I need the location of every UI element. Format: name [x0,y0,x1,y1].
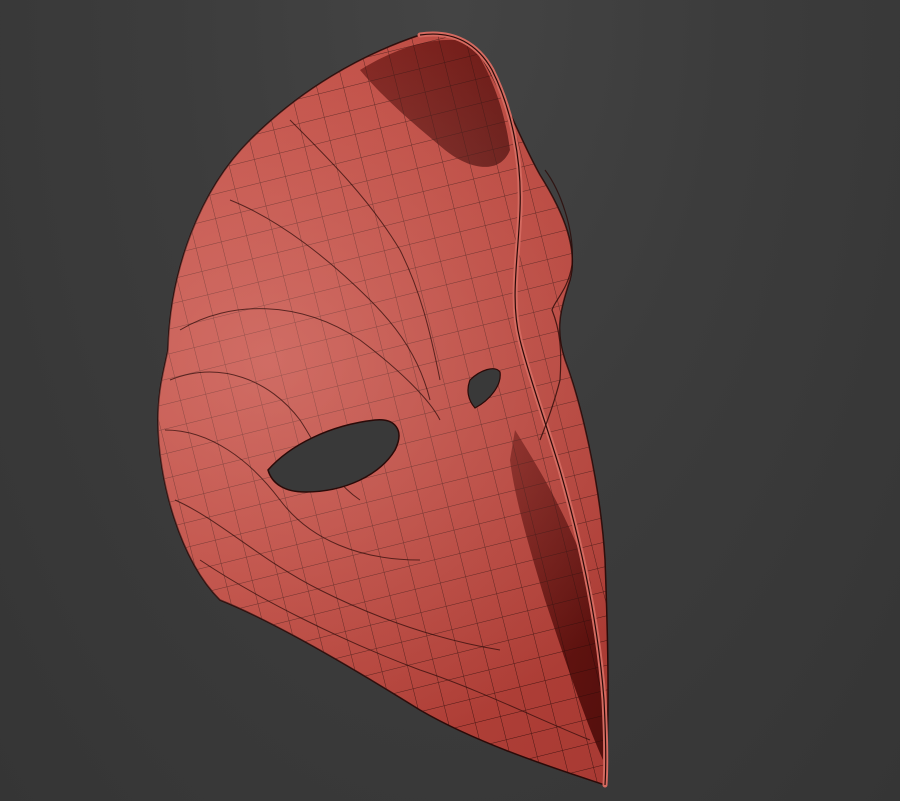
viewport-3d[interactable] [0,0,900,801]
mask-mesh-icon[interactable] [0,0,900,801]
